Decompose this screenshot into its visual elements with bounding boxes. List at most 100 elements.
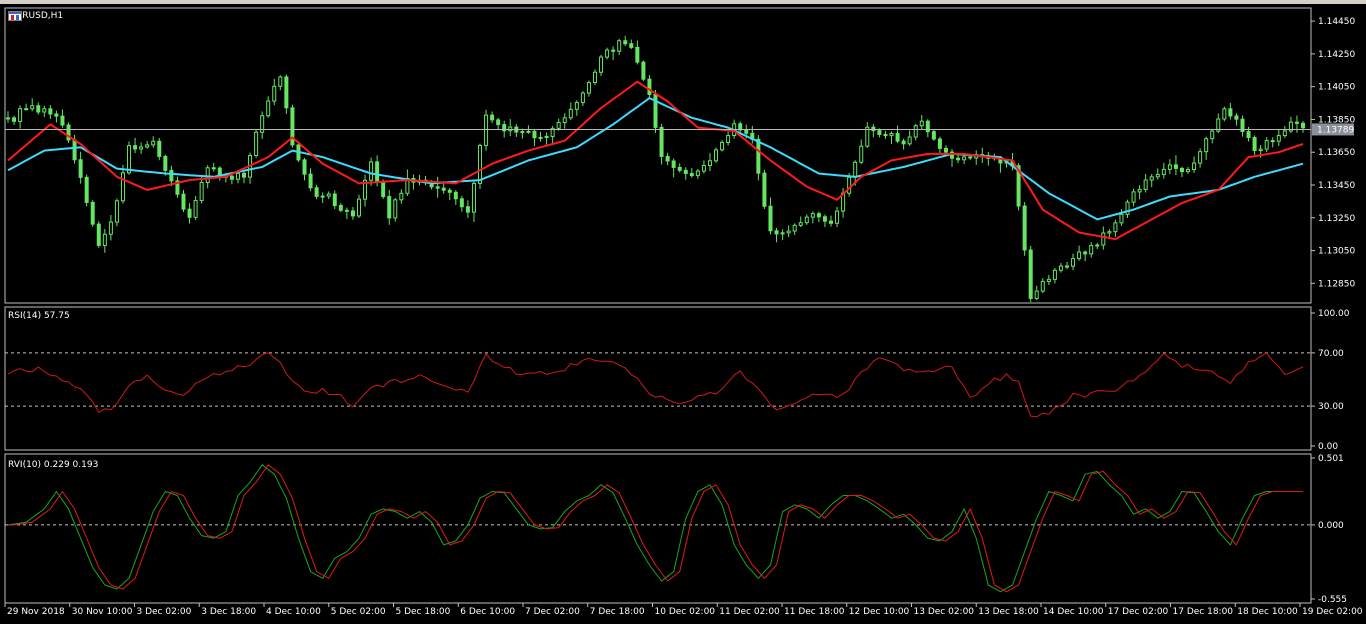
time-tick-label: 19 Dec 02:00	[1302, 607, 1363, 617]
candle-body	[254, 131, 259, 157]
candle-body	[272, 85, 277, 102]
candle-body	[865, 126, 870, 147]
candle-body	[810, 213, 815, 218]
candle-body	[611, 49, 616, 52]
candle-body	[568, 108, 573, 119]
price-tick-label: 1.12850	[1318, 279, 1355, 289]
candle-body	[968, 156, 973, 159]
candle-body	[592, 71, 597, 84]
candle-body	[744, 129, 749, 134]
candle-body	[375, 161, 380, 183]
candle-body	[822, 216, 827, 222]
candle-body	[1058, 265, 1063, 271]
candle-body	[36, 105, 41, 113]
price-tick-label: 1.13250	[1318, 214, 1355, 224]
candle-body	[78, 159, 83, 178]
candle-body	[707, 160, 712, 166]
candle-body	[1294, 121, 1299, 124]
candle-body	[6, 117, 10, 120]
candle-body	[278, 76, 283, 87]
candle-body	[399, 192, 404, 201]
candle-body	[1046, 278, 1051, 282]
candle-body	[1276, 135, 1281, 142]
candle-body	[24, 108, 29, 111]
candle-body	[774, 230, 779, 235]
candle-body	[816, 213, 821, 218]
price-tick-label: 1.14050	[1318, 83, 1355, 93]
candle-body	[635, 46, 640, 63]
candle-body	[574, 102, 579, 110]
candle-body	[229, 175, 234, 180]
candle-body	[937, 138, 942, 149]
rsi-tick-label: 0.00	[1318, 442, 1338, 452]
time-tick-label: 7 Dec 02:00	[525, 607, 580, 617]
candle-body	[925, 120, 930, 133]
candle-body	[1095, 244, 1100, 247]
pane-frame	[4, 453, 1312, 604]
candle-body	[943, 147, 948, 153]
candle-body	[689, 173, 694, 177]
candle-body	[562, 117, 567, 123]
candle-body	[1258, 148, 1263, 151]
time-tick-label: 13 Dec 18:00	[978, 607, 1039, 617]
candle-body	[393, 199, 398, 219]
candle-body	[490, 114, 495, 121]
candle-body	[133, 145, 138, 150]
candles	[6, 35, 1305, 302]
candle-body	[1167, 164, 1172, 170]
candle-body	[1137, 188, 1142, 193]
candle-body	[762, 172, 767, 207]
candle-body	[1264, 140, 1269, 150]
time-tick-label: 30 Nov 10:00	[72, 607, 133, 617]
candle-body	[1077, 251, 1082, 260]
time-tick-label: 12 Dec 10:00	[849, 607, 910, 617]
time-tick-label: 5 Dec 02:00	[331, 607, 386, 617]
candle-body	[1083, 251, 1088, 255]
candle-body	[369, 161, 374, 181]
time-tick-label: 14 Dec 10:00	[1043, 607, 1104, 617]
candle-body	[199, 182, 204, 202]
candle-body	[478, 144, 483, 184]
candle-body	[659, 126, 664, 157]
candle-body	[471, 182, 476, 213]
candle-body	[1186, 169, 1191, 173]
candle-body	[701, 164, 706, 172]
candle-body	[114, 200, 119, 223]
candle-body	[356, 198, 361, 217]
candle-body	[726, 135, 731, 143]
candle-body	[641, 61, 646, 80]
candle-body	[1301, 122, 1305, 129]
candle-body	[962, 156, 967, 161]
candle-body	[931, 131, 936, 140]
candle-body	[720, 141, 725, 151]
candle-body	[871, 126, 876, 132]
chart-stage[interactable]: 1.14450 1.14250 1.14050 1.13850 1.13650 1.134…	[0, 4, 1366, 624]
candle-body	[1143, 179, 1148, 190]
candle-body	[435, 186, 440, 189]
candle-body	[205, 167, 210, 184]
candle-body	[54, 113, 59, 117]
candle-body	[18, 108, 23, 122]
rvi-tick-label: -0.555	[1318, 595, 1347, 605]
candle-body	[326, 193, 331, 197]
chart-svg[interactable]: 1.144501.142501.140501.138501.136501.134…	[0, 4, 1366, 624]
candle-body	[1204, 138, 1209, 153]
chart-window-icon-2[interactable]	[8, 11, 22, 21]
rvi-tick-label: 0.000	[1318, 521, 1344, 531]
candle-body	[1113, 222, 1118, 233]
candle-body	[42, 108, 47, 113]
candle-body	[1161, 168, 1166, 175]
candle-body	[756, 138, 761, 174]
candle-body	[30, 105, 35, 110]
candle-body	[1101, 232, 1106, 246]
rvi-title: RVI(10) 0.229 0.193	[8, 460, 98, 470]
candle-body	[1034, 290, 1039, 299]
candle-body	[84, 176, 89, 203]
candle-body	[1210, 130, 1215, 140]
candle-body	[671, 160, 676, 168]
time-tick-label: 4 Dec 10:00	[266, 607, 321, 617]
candle-body	[1228, 108, 1233, 117]
time-tick-label: 3 Dec 18:00	[201, 607, 256, 617]
candle-body	[1064, 265, 1069, 268]
candle-body	[895, 133, 900, 142]
